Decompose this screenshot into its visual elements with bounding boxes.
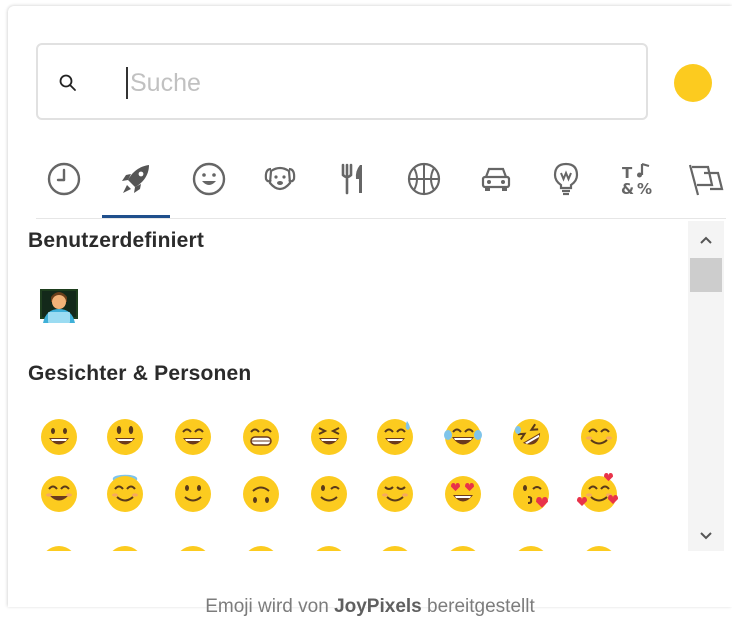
section-title-custom: Benutzerdefiniert <box>28 229 205 252</box>
dog-icon <box>264 166 296 191</box>
flags-icon <box>688 164 724 196</box>
scroll-up-button[interactable] <box>688 225 724 255</box>
emoji-slightly-smiling-face[interactable] <box>174 475 212 513</box>
rolling-on-floor-laughing-icon <box>513 419 549 455</box>
text-caret <box>126 67 128 99</box>
emoji-technologist[interactable] <box>40 285 78 323</box>
emoji-face-icon <box>112 546 138 551</box>
chevron-up-icon <box>700 236 712 244</box>
lightbulb-icon <box>553 162 579 196</box>
tab-travel[interactable] <box>474 157 518 201</box>
emoji-partial-row[interactable] <box>444 545 482 551</box>
emoji-partial-row[interactable] <box>376 545 414 551</box>
beaming-face-icon <box>243 419 279 455</box>
tab-nature[interactable] <box>258 157 302 201</box>
emoji-winking-face[interactable] <box>310 475 348 513</box>
emoji-face-icon <box>450 546 476 551</box>
emoji-face-icon <box>46 546 72 551</box>
section-title-people: Gesichter & Personen <box>28 362 252 385</box>
emoji-face-icon <box>518 546 544 551</box>
tab-people[interactable] <box>187 157 231 201</box>
face-blowing-kiss-icon <box>513 476 549 512</box>
emoji-face-icon <box>248 546 274 551</box>
rocket-icon <box>122 165 149 193</box>
basketball-icon <box>407 162 441 196</box>
emoji-grinning-face-big-eyes[interactable] <box>106 418 144 456</box>
emoji-partial-row[interactable] <box>40 545 78 551</box>
smiling-face-icon <box>581 419 617 455</box>
emoji-partial-row[interactable] <box>106 545 144 551</box>
smiling-face-hearts-icon <box>577 473 618 512</box>
emoji-face-with-tears-of-joy[interactable] <box>444 418 482 456</box>
svg-text:&: & <box>621 180 634 198</box>
emoji-rolling-on-floor-laughing[interactable] <box>512 418 550 456</box>
emoji-smiling-face-hearts[interactable] <box>577 473 618 513</box>
emoji-scroll-area[interactable]: Benutzerdefiniert Gesichter & Personen <box>26 221 726 551</box>
scrollbar[interactable] <box>688 221 724 551</box>
emoji-partial-row[interactable] <box>174 545 212 551</box>
car-icon <box>481 167 511 191</box>
emoji-smiling-face-heart-eyes[interactable] <box>444 475 482 513</box>
tab-custom[interactable] <box>114 157 158 201</box>
emoji-grinning-face-sweat[interactable] <box>376 418 414 456</box>
svg-text:%: % <box>637 180 652 198</box>
grinning-face-sweat-icon <box>377 419 413 455</box>
slightly-smiling-face-icon <box>175 476 211 512</box>
technologist-emoji-icon <box>40 289 78 323</box>
grinning-face-icon <box>41 419 77 455</box>
emoji-smiling-face-smiling-eyes[interactable] <box>40 475 78 513</box>
emoji-face-blowing-kiss[interactable] <box>512 475 550 513</box>
emoji-face-icon <box>586 546 612 551</box>
smiling-face-halo-icon <box>107 474 143 512</box>
tab-food[interactable] <box>330 157 374 201</box>
scroll-thumb[interactable] <box>690 258 722 292</box>
winking-face-icon <box>311 476 347 512</box>
emoji-partial-row[interactable] <box>512 545 550 551</box>
smiling-face-smiling-eyes-icon <box>41 476 77 512</box>
emoji-partial-row[interactable] <box>242 545 280 551</box>
grinning-face-big-eyes-icon <box>107 419 143 455</box>
emoji-relieved-face[interactable] <box>376 475 414 513</box>
emoji-partial-row[interactable] <box>580 545 618 551</box>
tab-recent[interactable] <box>42 157 86 201</box>
skin-tone-button[interactable] <box>674 64 712 102</box>
emoji-face-icon <box>316 546 342 551</box>
category-tabs: T & % <box>36 145 726 221</box>
emoji-upside-down-face[interactable] <box>242 475 280 513</box>
grinning-squinting-face-icon <box>311 419 347 455</box>
emoji-grinning-face[interactable] <box>40 418 78 456</box>
smiley-icon <box>192 162 226 196</box>
emoji-grinning-face-smiling-eyes[interactable] <box>174 418 212 456</box>
emoji-face-icon <box>382 546 408 551</box>
symbols-icon: T & % <box>621 162 652 198</box>
search-input[interactable] <box>130 63 620 103</box>
scroll-down-button[interactable] <box>688 521 724 551</box>
fork-knife-icon <box>341 163 362 195</box>
tab-activity[interactable] <box>402 157 446 201</box>
tab-flags[interactable] <box>684 157 728 201</box>
emoji-smiling-face-halo[interactable] <box>106 474 144 513</box>
upside-down-face-icon <box>243 476 279 512</box>
emoji-partial-row[interactable] <box>310 545 348 551</box>
chevron-down-icon <box>700 532 712 540</box>
clock-icon <box>47 162 81 196</box>
emoji-grinning-squinting-face[interactable] <box>310 418 348 456</box>
tab-symbols[interactable]: T & % <box>616 157 660 201</box>
emoji-face-icon <box>180 546 206 551</box>
face-with-tears-of-joy-icon <box>444 419 482 455</box>
search-icon <box>59 74 76 91</box>
emoji-smiling-face[interactable] <box>580 418 618 456</box>
smiling-face-heart-eyes-icon <box>445 476 481 512</box>
grinning-face-smiling-eyes-icon <box>175 419 211 455</box>
category-divider <box>36 218 726 219</box>
emoji-beaming-face[interactable] <box>242 418 280 456</box>
relieved-face-icon <box>377 476 413 512</box>
attribution-footer: Emoji wird von JoyPixels bereitgestellt <box>0 596 732 618</box>
tab-objects[interactable] <box>544 157 588 201</box>
